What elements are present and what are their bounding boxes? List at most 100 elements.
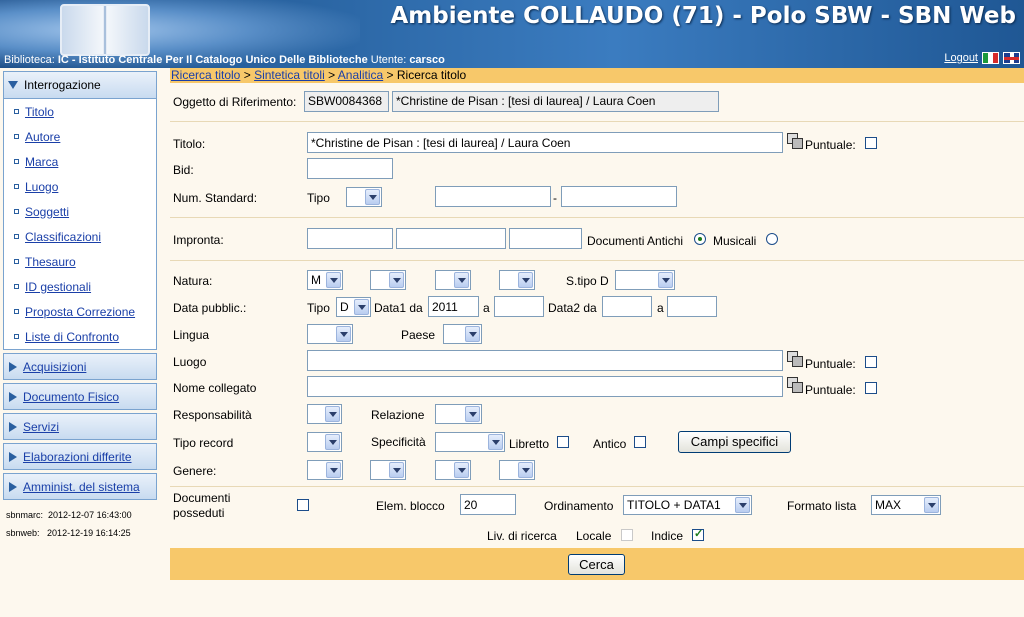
sidebar-section-header[interactable]: Interrogazione xyxy=(4,72,156,99)
sidebar-link[interactable]: Autore xyxy=(25,130,60,144)
chevron-down-icon xyxy=(488,434,503,450)
doc-posseduti-checkbox[interactable] xyxy=(297,499,309,511)
musicali-radio[interactable] xyxy=(766,233,778,245)
natura-select-3[interactable] xyxy=(435,270,471,290)
titolo-input[interactable] xyxy=(307,132,783,153)
breadcrumb-link-sintetica[interactable]: Sintetica titoli xyxy=(254,68,325,82)
elem-blocco-input[interactable] xyxy=(460,494,516,515)
sidebar-link[interactable]: Liste di Confronto xyxy=(25,330,119,344)
sidebar-link[interactable]: Marca xyxy=(25,155,58,169)
chevron-down-icon xyxy=(326,462,341,478)
indice-checkbox[interactable] xyxy=(692,527,704,541)
antico-checkbox[interactable] xyxy=(634,436,646,448)
numstd-input-1[interactable] xyxy=(435,186,551,207)
titolo-puntuale-checkbox[interactable] xyxy=(865,137,877,149)
sidebar-link[interactable]: Titolo xyxy=(25,105,54,119)
sidebar-group-link[interactable]: Documento Fisico xyxy=(23,390,119,404)
luogo-input[interactable] xyxy=(307,350,783,371)
sidebar-item-marca[interactable]: Marca xyxy=(4,149,156,174)
stamp-value: 2012-12-19 16:14:25 xyxy=(47,528,131,538)
cerca-button[interactable]: Cerca xyxy=(568,554,625,575)
data2-a-label: a xyxy=(657,301,664,315)
copy-icon[interactable] xyxy=(787,351,803,367)
formato-lista-value: MAX xyxy=(875,498,902,512)
sidebar-group-link[interactable]: Elaborazioni differite xyxy=(23,450,132,464)
sidebar-item-liste-confronto[interactable]: Liste di Confronto xyxy=(4,324,156,349)
copy-icon[interactable] xyxy=(787,377,803,393)
data2-to-input[interactable] xyxy=(667,296,717,317)
sidebar-item-proposta-correzione[interactable]: Proposta Correzione xyxy=(4,299,156,324)
chevron-down-icon xyxy=(465,326,480,342)
data2-from-input[interactable] xyxy=(602,296,652,317)
sidebar-item-titolo[interactable]: Titolo xyxy=(4,99,156,124)
lingua-select[interactable] xyxy=(307,324,353,344)
sidebar-group-servizi[interactable]: Servizi xyxy=(3,413,157,440)
libretto-checkbox[interactable] xyxy=(557,436,569,448)
sidebar-group-link[interactable]: Servizi xyxy=(23,420,59,434)
data-tipo-select[interactable]: D xyxy=(336,297,371,317)
data1-to-input[interactable] xyxy=(494,296,544,317)
genere-select-3[interactable] xyxy=(435,460,471,480)
sidebar-link[interactable]: Soggetti xyxy=(25,205,69,219)
stipo-select[interactable] xyxy=(615,270,675,290)
logout-link[interactable]: Logout xyxy=(944,52,978,64)
italian-flag-icon[interactable] xyxy=(982,52,999,64)
impronta-input-2[interactable] xyxy=(396,228,506,249)
nome-puntuale-checkbox[interactable] xyxy=(865,382,877,394)
bid-label: Bid: xyxy=(173,163,194,177)
sidebar-item-classificazioni[interactable]: Classificazioni xyxy=(4,224,156,249)
campi-specifici-button[interactable]: Campi specifici xyxy=(678,431,791,453)
sidebar-group-link[interactable]: Amminist. del sistema xyxy=(23,480,140,494)
locale-checkbox[interactable] xyxy=(621,529,633,541)
chevron-down-icon xyxy=(518,272,533,288)
relazione-select[interactable] xyxy=(435,404,482,424)
luogo-puntuale-checkbox[interactable] xyxy=(865,356,877,368)
impronta-input-1[interactable] xyxy=(307,228,393,249)
breadcrumb-link-analitica[interactable]: Analitica xyxy=(338,68,383,82)
sidebar-item-id-gestionali[interactable]: ID gestionali xyxy=(4,274,156,299)
sidebar-item-thesauro[interactable]: Thesauro xyxy=(4,249,156,274)
numstd-input-2[interactable] xyxy=(561,186,677,207)
sidebar-item-luogo[interactable]: Luogo xyxy=(4,174,156,199)
sidebar-link[interactable]: Luogo xyxy=(25,180,58,194)
sidebar-group-link[interactable]: Acquisizioni xyxy=(23,360,86,374)
natura-select-1[interactable]: M xyxy=(307,270,343,290)
book-logo-icon xyxy=(60,4,150,56)
sidebar-link[interactable]: Thesauro xyxy=(25,255,76,269)
english-flag-icon[interactable] xyxy=(1003,52,1020,64)
sidebar-group-acquisizioni[interactable]: Acquisizioni xyxy=(3,353,157,380)
bullet-icon xyxy=(14,259,19,264)
copy-icon[interactable] xyxy=(787,133,803,149)
paese-select[interactable] xyxy=(443,324,482,344)
utente-label: Utente: xyxy=(370,54,407,66)
sidebar-item-soggetti[interactable]: Soggetti xyxy=(4,199,156,224)
natura-select-2[interactable] xyxy=(370,270,406,290)
sidebar-link[interactable]: ID gestionali xyxy=(25,280,91,294)
sidebar-link[interactable]: Proposta Correzione xyxy=(25,305,135,319)
responsabilita-select[interactable] xyxy=(307,404,342,424)
doc-antichi-radio[interactable] xyxy=(694,233,706,245)
data1-from-input[interactable] xyxy=(428,296,479,317)
genere-select-2[interactable] xyxy=(370,460,406,480)
genere-select-1[interactable] xyxy=(307,460,343,480)
divider xyxy=(170,217,1024,218)
antico-label: Antico xyxy=(593,437,627,451)
natura-select-4[interactable] xyxy=(499,270,535,290)
genere-select-4[interactable] xyxy=(499,460,535,480)
sidebar-item-autore[interactable]: Autore xyxy=(4,124,156,149)
formato-lista-select[interactable]: MAX xyxy=(871,495,941,515)
sidebar-group-elaborazioni[interactable]: Elaborazioni differite xyxy=(3,443,157,470)
responsabilita-label: Responsabilità xyxy=(173,408,252,422)
breadcrumb-link-ricerca[interactable]: Ricerca titolo xyxy=(171,68,240,82)
nome-collegato-input[interactable] xyxy=(307,376,783,397)
specificita-select[interactable] xyxy=(435,432,505,452)
impronta-input-3[interactable] xyxy=(509,228,582,249)
ordinamento-select[interactable]: TITOLO + DATA1 xyxy=(623,495,752,515)
bid-input[interactable] xyxy=(307,158,393,179)
tipo-record-select[interactable] xyxy=(307,432,342,452)
sidebar-link[interactable]: Classificazioni xyxy=(25,230,101,244)
numstd-tipo-select[interactable] xyxy=(346,187,382,207)
sidebar-group-amministrazione[interactable]: Amminist. del sistema xyxy=(3,473,157,500)
oggetto-desc: *Christine de Pisan : [tesi di laurea] /… xyxy=(392,91,719,112)
sidebar-group-documento-fisico[interactable]: Documento Fisico xyxy=(3,383,157,410)
